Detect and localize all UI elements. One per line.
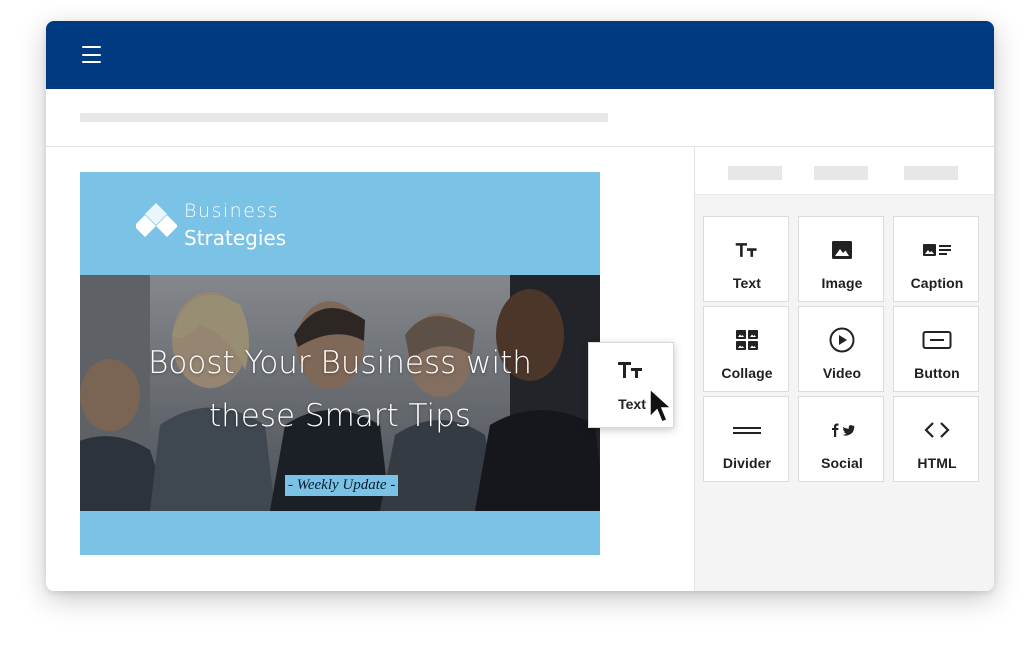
- subject-line-placeholder[interactable]: [80, 113, 608, 122]
- divider-icon: [733, 427, 761, 434]
- block-caption[interactable]: Caption: [893, 216, 979, 302]
- hero-headline-line2: these Smart Tips: [208, 398, 471, 434]
- content-blocks-panel: Text Image Caption Collage Video Button …: [694, 147, 994, 591]
- block-video[interactable]: Video: [798, 306, 884, 392]
- block-button[interactable]: Button: [893, 306, 979, 392]
- diamond-logo-icon: [136, 203, 177, 237]
- block-html[interactable]: HTML: [893, 396, 979, 482]
- block-label: Text: [732, 275, 762, 291]
- block-label: Caption: [910, 275, 964, 291]
- editor-area: Business Strategies Boost Your Business …: [46, 147, 694, 591]
- image-icon: [832, 241, 852, 259]
- block-text[interactable]: Text: [703, 216, 789, 302]
- subject-bar: [46, 89, 994, 147]
- block-collage[interactable]: Collage: [703, 306, 789, 392]
- block-image[interactable]: Image: [798, 216, 884, 302]
- code-icon: [924, 422, 950, 438]
- mouse-pointer-icon: [649, 387, 673, 423]
- block-label: Video: [822, 365, 862, 381]
- weekly-update-badge[interactable]: - Weekly Update -: [285, 475, 399, 496]
- brand-name-line1: Business: [184, 200, 280, 222]
- app-window: Business Strategies Boost Your Business …: [46, 21, 994, 591]
- text-format-icon: [618, 362, 642, 378]
- block-label: Social: [821, 455, 863, 471]
- block-label: Collage: [721, 365, 773, 381]
- social-icon: [832, 423, 855, 437]
- block-divider[interactable]: Divider: [703, 396, 789, 482]
- hero-headline-line1: Boost Your Business with: [148, 345, 532, 381]
- hero-headline[interactable]: Boost Your Business with these Smart Tip…: [80, 337, 600, 443]
- panel-tab-bar: [695, 147, 994, 195]
- panel-tab-2[interactable]: [814, 166, 868, 180]
- button-icon: [922, 331, 952, 349]
- block-social[interactable]: Social: [798, 396, 884, 482]
- text-format-icon: [735, 243, 757, 257]
- panel-tab-3[interactable]: [904, 166, 958, 180]
- top-bar: [46, 21, 994, 89]
- brand-name-line2: Strategies: [184, 226, 287, 250]
- email-canvas[interactable]: Business Strategies Boost Your Business …: [80, 172, 600, 555]
- brand-header[interactable]: Business Strategies: [136, 200, 336, 252]
- hamburger-menu-icon[interactable]: [82, 46, 101, 63]
- block-label: Image: [821, 275, 863, 291]
- block-label: HTML: [917, 455, 957, 471]
- caption-icon: [923, 244, 951, 256]
- panel-tab-1[interactable]: [728, 166, 782, 180]
- block-label: Button: [914, 365, 960, 381]
- play-circle-icon: [829, 327, 855, 353]
- collage-icon: [736, 330, 758, 350]
- block-label: Divider: [722, 455, 772, 471]
- hero-image-block[interactable]: Boost Your Business with these Smart Tip…: [80, 275, 600, 511]
